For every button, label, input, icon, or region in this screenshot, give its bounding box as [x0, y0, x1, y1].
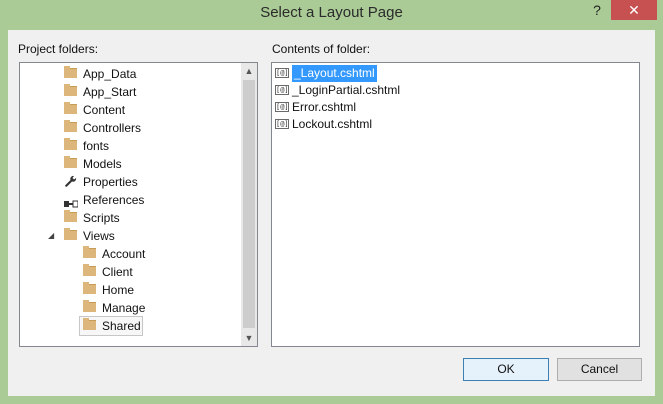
scroll-up-arrow[interactable]: ▲ [241, 63, 257, 79]
folder-contents-list[interactable]: [@] _Layout.cshtml [@] _LoginPartial.csh… [271, 62, 640, 347]
title-bar[interactable]: Select a Layout Page ? ✕ [0, 0, 663, 30]
scroll-down-arrow[interactable]: ▼ [241, 330, 257, 346]
folder-icon [83, 264, 96, 276]
folder-icon [64, 120, 77, 132]
dialog-title: Select a Layout Page [260, 4, 403, 21]
razor-file-icon: [@] [275, 68, 289, 78]
folder-icon [64, 102, 77, 114]
contents-label: Contents of folder: [272, 42, 371, 56]
help-button[interactable]: ? [586, 0, 608, 22]
scroll-thumb[interactable] [243, 80, 255, 328]
project-folders-tree[interactable]: App_Data App_Start Content Controllers f… [19, 62, 258, 347]
close-button[interactable]: ✕ [611, 0, 657, 20]
wrench-icon [64, 175, 77, 193]
folder-icon [83, 282, 96, 294]
folder-icon [83, 246, 96, 258]
razor-file-icon: [@] [275, 119, 289, 129]
folder-icon [83, 318, 96, 330]
folder-icon [64, 210, 77, 222]
ok-button[interactable]: OK [463, 358, 549, 381]
project-folders-label: Project folders: [18, 42, 99, 56]
tree-scrollbar[interactable]: ▲ ▼ [241, 63, 257, 346]
dialog-window: Select a Layout Page ? ✕ Project folders… [0, 0, 663, 404]
razor-file-icon: [@] [275, 85, 289, 95]
expand-triangle-icon[interactable]: ◢ [48, 227, 54, 245]
folder-icon [64, 138, 77, 150]
dialog-body: Project folders: Contents of folder: App… [8, 30, 655, 396]
razor-file-icon: [@] [275, 102, 289, 112]
folder-icon [83, 300, 96, 312]
folder-icon [64, 156, 77, 168]
folder-icon [64, 66, 77, 78]
folder-icon [64, 84, 77, 96]
cancel-button[interactable]: Cancel [557, 358, 642, 381]
folder-icon [64, 228, 77, 240]
